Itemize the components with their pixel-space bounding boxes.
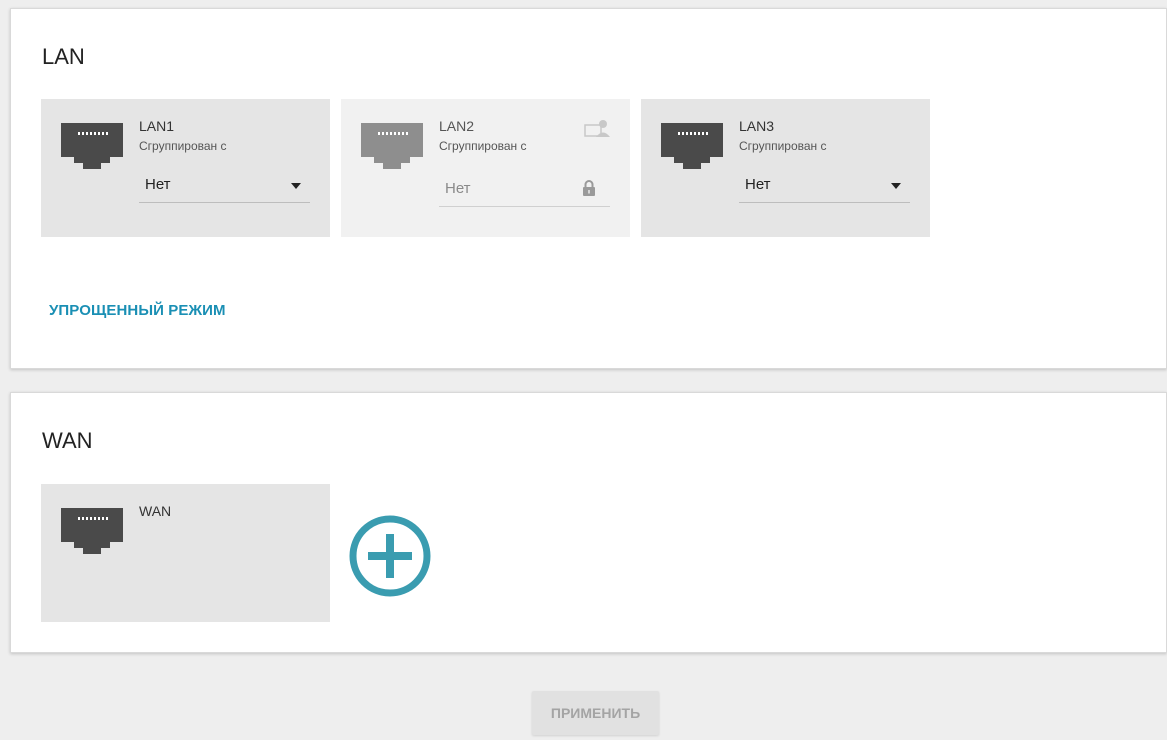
lan-title: LAN [42,44,85,69]
port-name: WAN [139,503,172,519]
grouped-with-label: Сгруппирован с [139,139,227,153]
lan2-group-select: Нет [439,169,610,207]
port-name: LAN2 [439,118,475,134]
apply-button[interactable]: ПРИМЕНИТЬ [532,691,659,735]
port-card-lan2: LAN2 Сгруппирован с Нет [341,99,630,237]
wan-title: WAN [42,428,93,453]
lock-icon [583,180,595,196]
lan1-group-select[interactable]: Нет [139,165,310,203]
grouped-with-label: Сгруппирован с [739,139,827,153]
port-name: LAN1 [139,118,175,134]
dropdown-caret-icon [291,183,301,189]
wan-card: WAN WAN [10,392,1167,653]
lan-card: LAN LAN1 Сгруппирован с Нет LAN2 Сгруппи… [10,8,1167,369]
ethernet-port-icon [61,123,123,169]
ethernet-port-icon [661,123,723,169]
dropdown-caret-icon [891,183,901,189]
select-value: Нет [445,180,471,197]
simple-mode-link[interactable]: УПРОЩЕННЫЙ РЕЖИМ [49,302,226,319]
ethernet-port-icon [361,123,423,169]
lan3-group-select[interactable]: Нет [739,165,910,203]
port-card-wan[interactable]: WAN [41,484,330,622]
select-value: Нет [145,176,171,193]
port-card-lan1: LAN1 Сгруппирован с Нет [41,99,330,237]
port-name: LAN3 [739,118,775,134]
port-card-lan3: LAN3 Сгруппирован с Нет [641,99,930,237]
page: LAN LAN1 Сгруппирован с Нет LAN2 Сгруппи… [0,0,1167,740]
ethernet-port-icon [61,508,123,554]
grouped-with-label: Сгруппирован с [439,139,527,153]
select-value: Нет [745,176,771,193]
add-circle-icon[interactable] [348,514,432,598]
user-icon [584,120,610,137]
